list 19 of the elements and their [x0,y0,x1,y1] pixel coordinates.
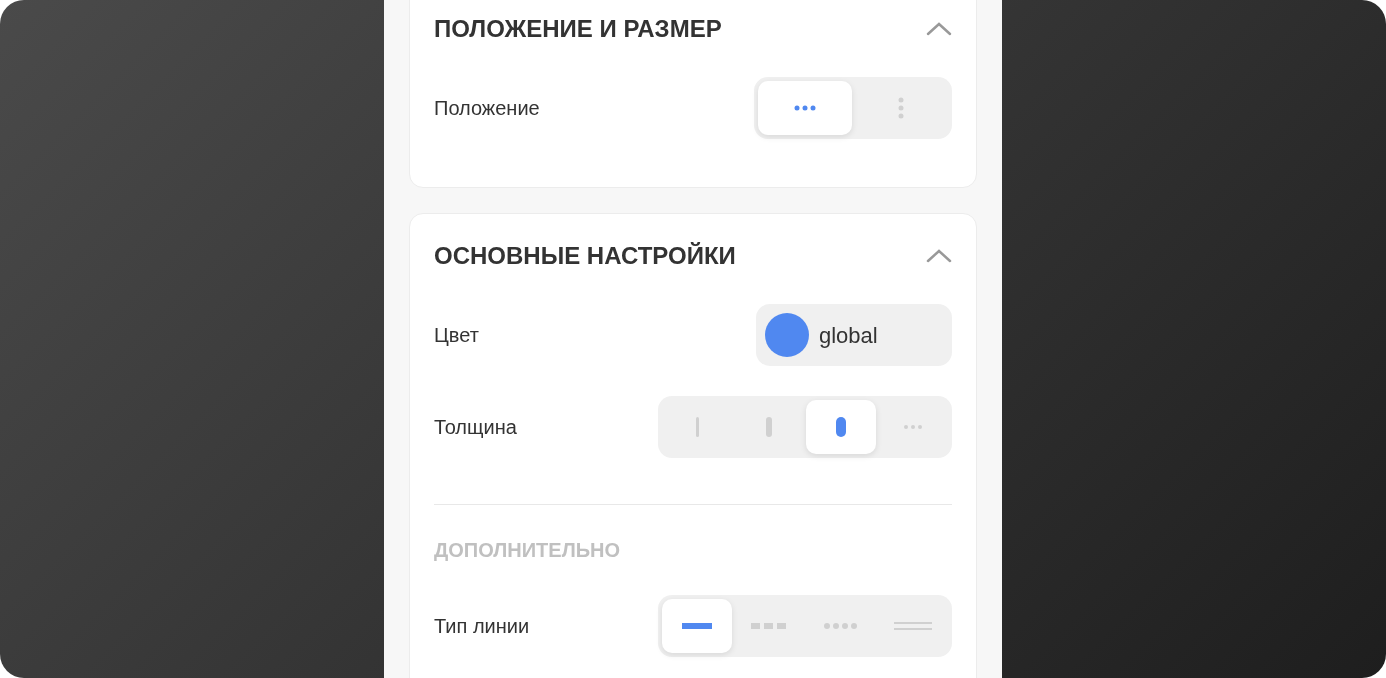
setting-label: Тип линии [434,614,530,639]
chevron-icon [926,249,952,263]
setting-label: Толщина [434,415,517,440]
section-header[interactable]: ОСНОВНЫЕ НАСТРОЙКИ [434,238,952,274]
color-picker[interactable]: global [756,304,952,366]
segment-option[interactable] [662,599,732,653]
chevron-icon [926,22,952,36]
dashed-line-icon [751,623,787,629]
subsection-heading: ДОПОЛНИТЕЛЬНО [434,538,622,563]
thin-line-icon [695,417,699,437]
segment-option[interactable] [806,400,876,454]
double-line-icon [894,622,932,630]
more-dots-icon [904,425,922,429]
setting-label: Положение [434,96,540,121]
dotted-line-icon [824,623,858,629]
horizontal-dots-icon [794,105,816,111]
section-header[interactable]: ПОЛОЖЕНИЕ И РАЗМЕР [434,11,952,47]
vertical-dots-icon [898,97,904,119]
setting-label: Цвет [434,323,479,348]
